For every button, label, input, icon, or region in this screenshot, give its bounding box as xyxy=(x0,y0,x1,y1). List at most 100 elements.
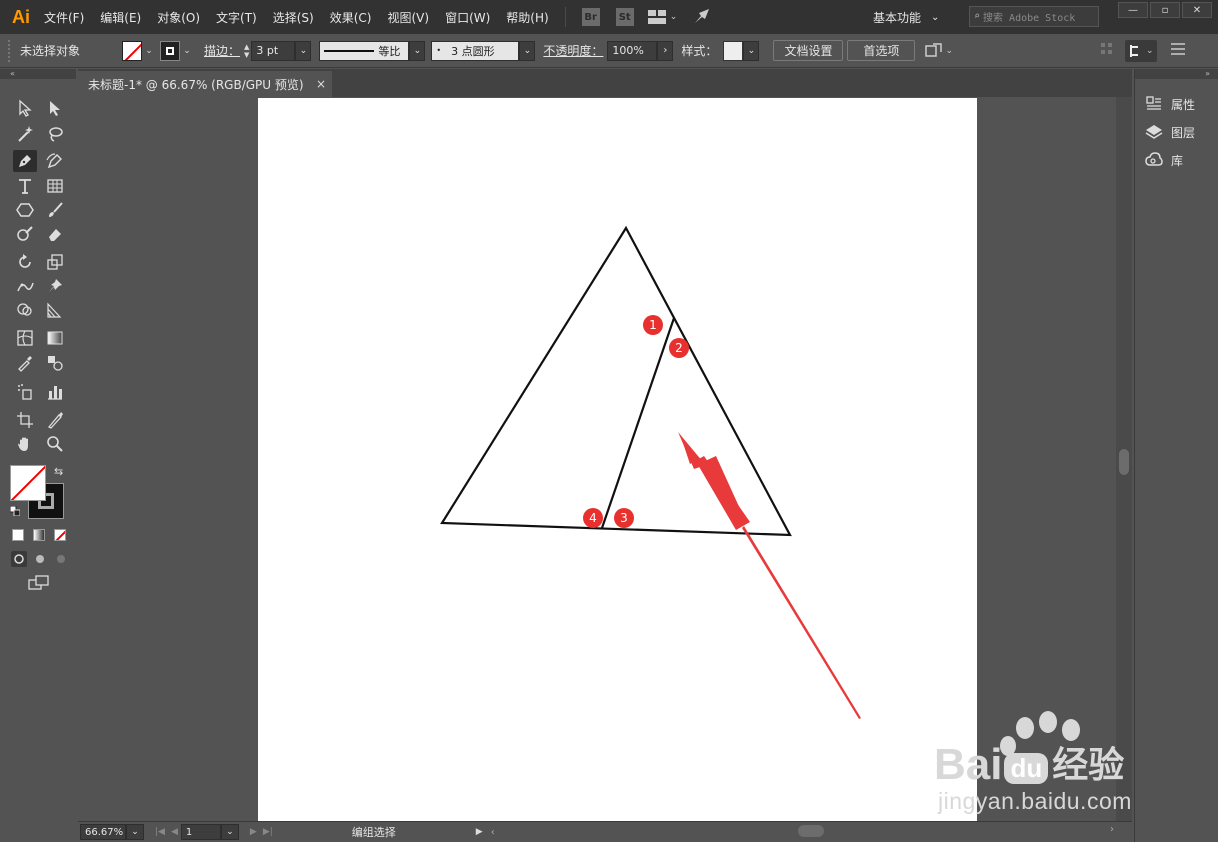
lasso-tool-icon[interactable] xyxy=(43,123,67,145)
draw-normal-icon[interactable] xyxy=(11,551,27,567)
slice-tool-icon[interactable] xyxy=(43,409,67,431)
rotate-tool-icon[interactable] xyxy=(13,251,37,273)
layers-panel-button[interactable]: 图层 xyxy=(1145,121,1195,143)
status-menu-icon[interactable]: ▶ xyxy=(476,827,483,837)
tools-panel-collapse[interactable]: « xyxy=(0,69,76,79)
graphic-style-swatch[interactable] xyxy=(723,40,744,61)
chevron-down-icon[interactable]: ⌄ xyxy=(142,41,156,61)
opacity-label[interactable]: 不透明度： xyxy=(543,42,603,59)
pen-tool-icon[interactable] xyxy=(13,150,37,172)
minimize-button[interactable]: — xyxy=(1118,2,1148,18)
paintbrush-tool-icon[interactable] xyxy=(43,199,67,221)
swap-fill-stroke-icon[interactable]: ⇆ xyxy=(54,465,63,478)
artboard-tool-icon[interactable] xyxy=(13,409,37,431)
bridge-icon[interactable]: Br xyxy=(581,8,600,26)
artboard-number-field[interactable]: 1 xyxy=(180,824,221,840)
menu-effect[interactable]: 效果(C) xyxy=(322,9,380,26)
none-mode-icon[interactable] xyxy=(54,529,66,541)
arrange-documents-icon[interactable]: ⌄ xyxy=(647,10,677,24)
menu-window[interactable]: 窗口(W) xyxy=(437,9,498,26)
mesh-tool-icon[interactable] xyxy=(13,327,37,349)
chevron-down-icon[interactable]: ⌄ xyxy=(180,41,194,61)
right-panel-collapse[interactable]: » xyxy=(1135,69,1218,79)
stock-icon[interactable]: St xyxy=(615,8,634,26)
artwork[interactable] xyxy=(258,98,977,821)
stroke-weight-stepper[interactable]: ▲ ▼ xyxy=(244,43,249,59)
stroke-label[interactable]: 描边： xyxy=(204,42,240,59)
menu-object[interactable]: 对象(O) xyxy=(149,9,208,26)
stroke-swatch[interactable] xyxy=(160,40,180,61)
draw-inside-icon[interactable] xyxy=(53,551,69,567)
blend-tool-icon[interactable] xyxy=(43,352,67,374)
fill-color-swatch[interactable] xyxy=(10,465,46,501)
next-artboard-icon[interactable]: ▶ xyxy=(247,827,260,837)
opacity-field[interactable]: 100% xyxy=(607,40,658,61)
properties-panel-button[interactable]: 属性 xyxy=(1145,93,1195,115)
first-artboard-icon[interactable]: |◀ xyxy=(152,827,168,837)
puppet-warp-tool-icon[interactable] xyxy=(13,275,37,297)
shape-builder-tool-icon[interactable] xyxy=(13,299,37,321)
previous-artboard-icon[interactable]: ◀ xyxy=(168,827,181,837)
draw-behind-icon[interactable] xyxy=(32,551,48,567)
fill-swatch[interactable] xyxy=(122,40,142,61)
curvature-tool-icon[interactable] xyxy=(43,150,67,172)
stock-search-input[interactable]: ⌕ 搜索 Adobe Stock xyxy=(969,6,1099,27)
hand-tool-icon[interactable] xyxy=(13,433,37,455)
libraries-panel-button[interactable]: 库 xyxy=(1145,149,1183,171)
shaper-tool-icon[interactable] xyxy=(13,223,37,245)
gradient-mode-icon[interactable] xyxy=(33,529,45,541)
close-button[interactable]: ✕ xyxy=(1182,2,1212,18)
menu-select[interactable]: 选择(S) xyxy=(265,9,322,26)
panel-menu-icon[interactable] xyxy=(1170,43,1185,58)
close-icon[interactable]: × xyxy=(316,77,326,91)
screen-mode-icon[interactable] xyxy=(28,575,50,594)
transform-icon[interactable]: ⌄ xyxy=(1124,39,1157,62)
table-grid-tool-icon[interactable] xyxy=(43,175,67,197)
workspace-switcher[interactable]: 基本功能 ⌄ xyxy=(873,6,939,28)
selection-tool-icon[interactable] xyxy=(13,97,37,119)
eyedropper-tool-icon[interactable] xyxy=(13,352,37,374)
artboard-dropdown[interactable]: ⌄ xyxy=(220,824,239,840)
document-setup-button[interactable]: 文档设置 xyxy=(773,40,844,61)
stroke-weight-field[interactable]: 3 pt xyxy=(251,40,296,61)
menu-file[interactable]: 文件(F) xyxy=(36,9,92,26)
brush-definition[interactable]: • 3 点圆形 xyxy=(431,40,520,61)
artboard[interactable]: 1 2 3 4 xyxy=(258,98,977,821)
opacity-slider-toggle[interactable]: › xyxy=(657,40,674,61)
stroke-weight-dropdown[interactable]: ⌄ xyxy=(295,40,312,61)
default-fill-stroke-icon[interactable] xyxy=(9,505,21,517)
align-icon[interactable] xyxy=(1099,41,1115,60)
menu-edit[interactable]: 编辑(E) xyxy=(92,9,149,26)
menu-type[interactable]: 文字(T) xyxy=(208,9,265,26)
pin-tool-icon[interactable] xyxy=(43,275,67,297)
color-mode-icon[interactable] xyxy=(12,529,24,541)
menu-view[interactable]: 视图(V) xyxy=(379,9,437,26)
menu-help[interactable]: 帮助(H) xyxy=(498,9,556,26)
style-dropdown[interactable]: ⌄ xyxy=(743,40,760,61)
preferences-button[interactable]: 首选项 xyxy=(847,40,916,61)
zoom-dropdown[interactable]: ⌄ xyxy=(126,824,144,840)
eraser-tool-icon[interactable] xyxy=(43,223,67,245)
gradient-tool-icon[interactable] xyxy=(43,327,67,349)
brush-dropdown[interactable]: ⌄ xyxy=(519,40,536,61)
panel-grip[interactable] xyxy=(8,39,12,62)
quick-actions-icon[interactable]: ⌄ xyxy=(925,42,953,59)
last-artboard-icon[interactable]: ▶| xyxy=(260,827,276,837)
perspective-grid-tool-icon[interactable] xyxy=(43,299,67,321)
gpu-performance-icon[interactable] xyxy=(693,7,711,28)
variable-width-profile[interactable]: 等比 xyxy=(319,40,410,61)
profile-dropdown[interactable]: ⌄ xyxy=(409,40,426,61)
maximize-button[interactable]: ▫ xyxy=(1150,2,1180,18)
column-graph-tool-icon[interactable] xyxy=(43,381,67,403)
horizontal-scroll-thumb[interactable] xyxy=(798,825,824,837)
zoom-level-field[interactable]: 66.67% xyxy=(80,824,126,840)
document-tab[interactable]: 未标题-1* @ 66.67% (RGB/GPU 预览) × xyxy=(78,71,332,97)
polygon-tool-icon[interactable] xyxy=(13,199,37,221)
zoom-tool-icon[interactable] xyxy=(43,433,67,455)
vertical-scroll-thumb[interactable] xyxy=(1119,449,1129,475)
type-tool-icon[interactable] xyxy=(13,175,37,197)
symbol-sprayer-tool-icon[interactable] xyxy=(13,381,37,403)
magic-wand-tool-icon[interactable] xyxy=(13,123,37,145)
scroll-left-icon[interactable]: ‹ xyxy=(491,827,495,838)
split-line[interactable] xyxy=(600,317,676,529)
